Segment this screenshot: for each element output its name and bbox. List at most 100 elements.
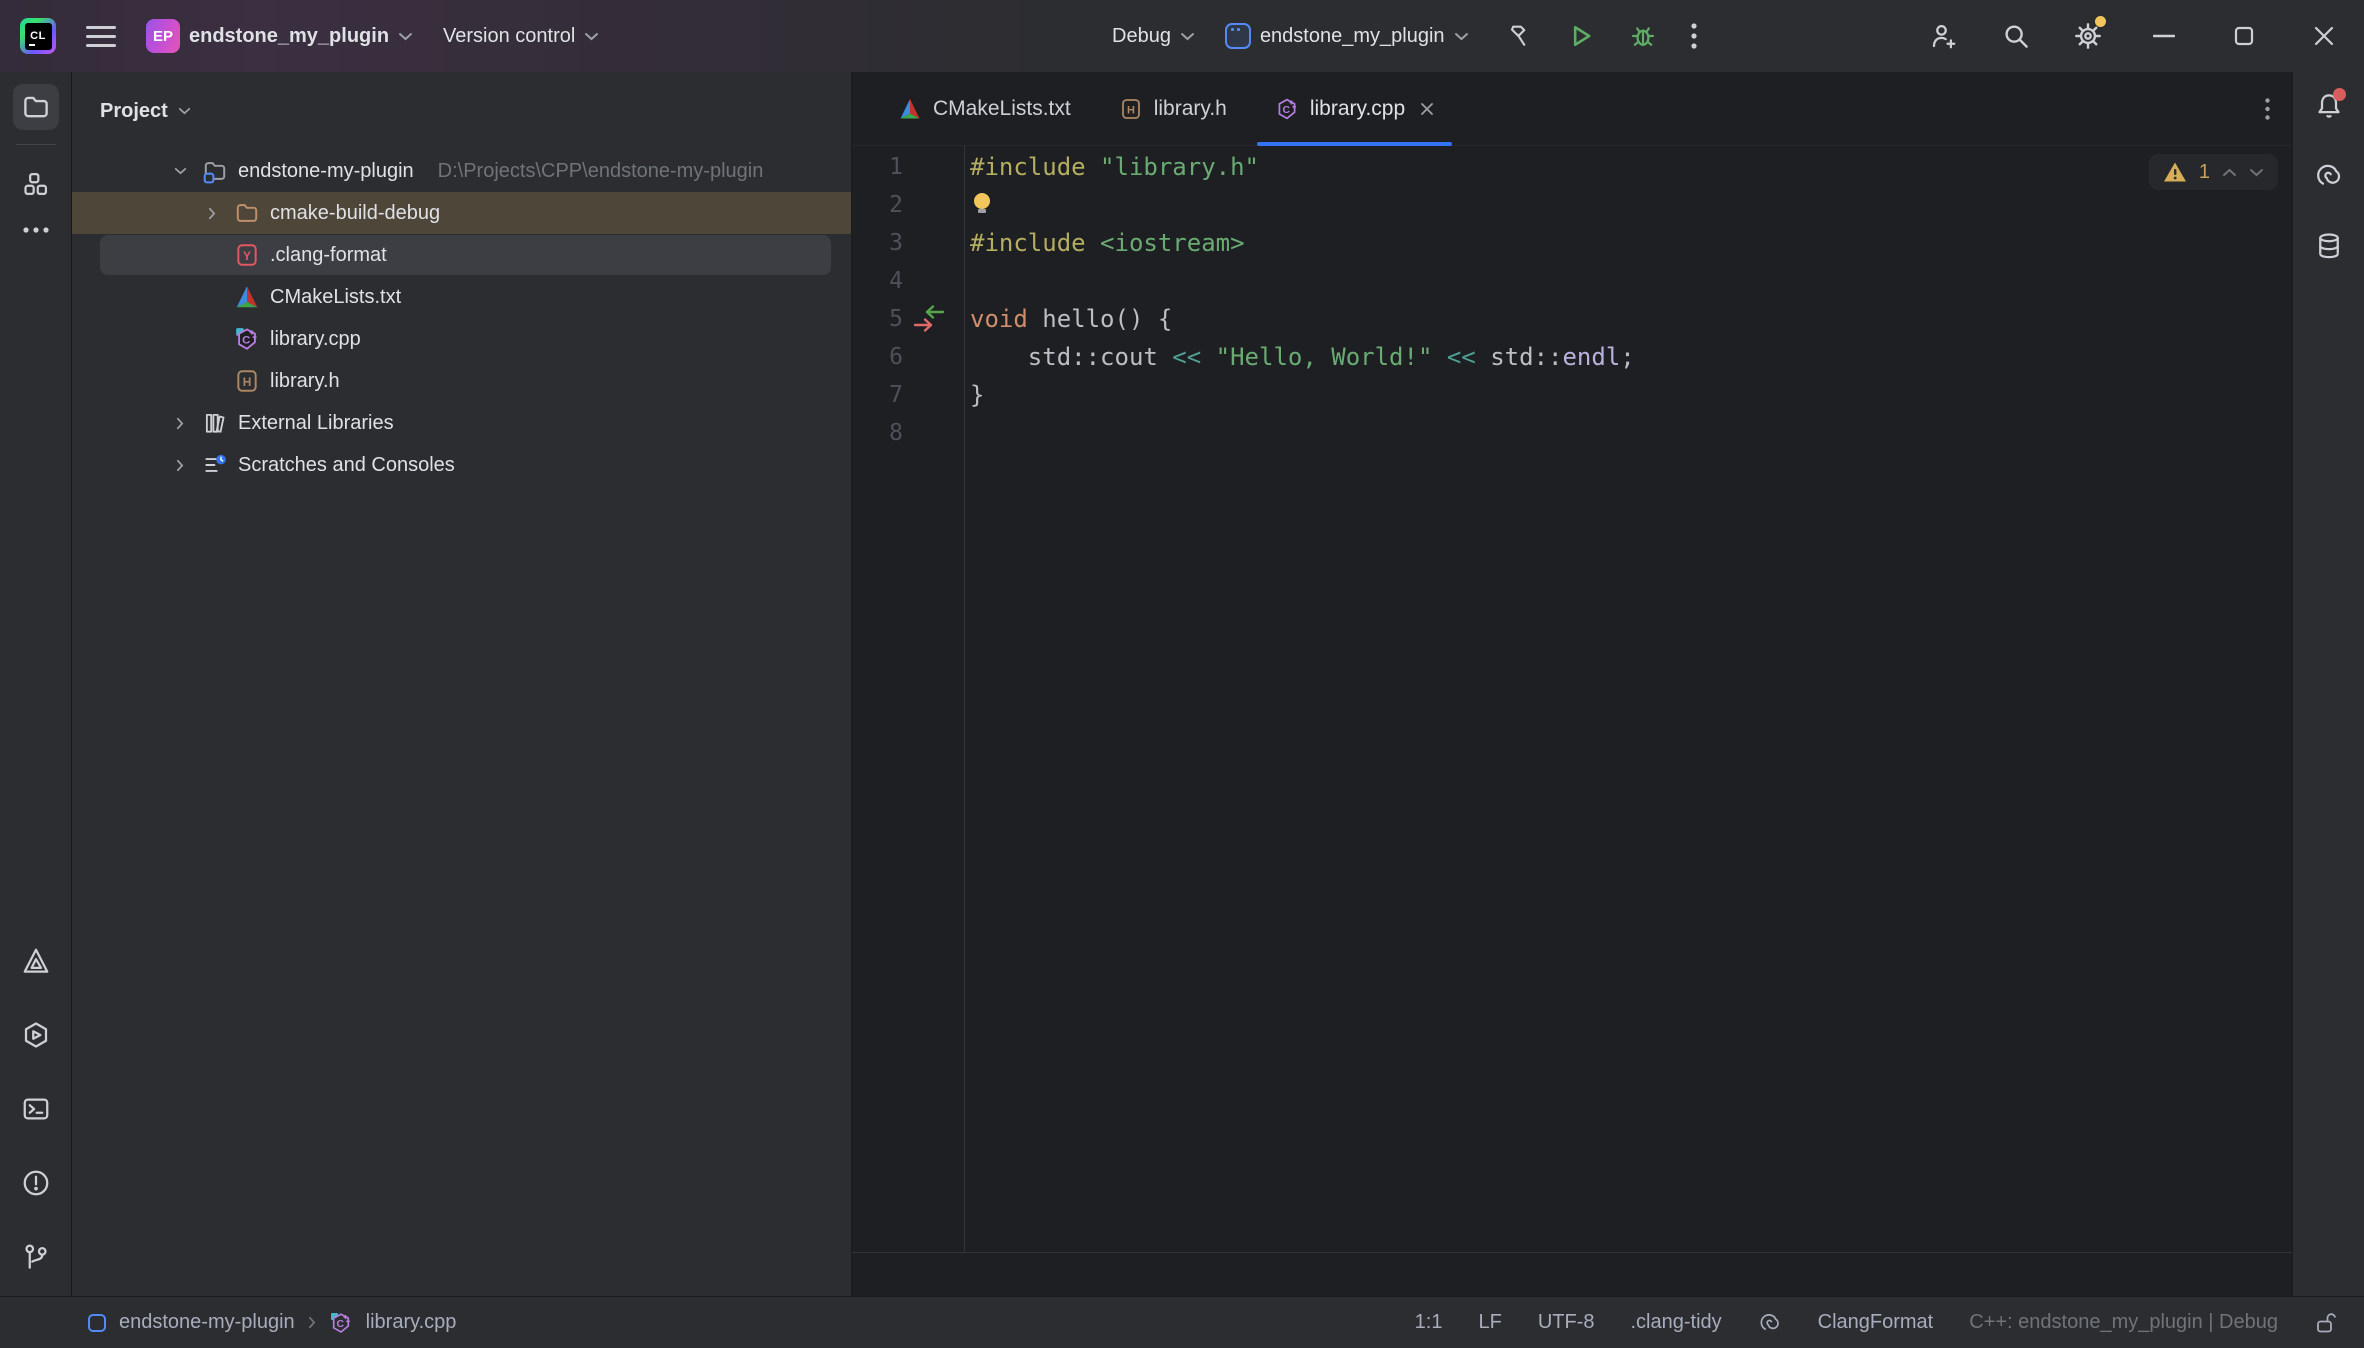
run-configuration-selector[interactable]: endstone_my_plugin	[1225, 23, 1469, 49]
build-hammer-icon[interactable]	[1505, 22, 1533, 50]
divider	[16, 144, 56, 145]
tree-row-external-libraries[interactable]: External Libraries	[72, 402, 851, 444]
line-number[interactable]: 3	[852, 230, 903, 256]
cmake-toolwindow-button[interactable]	[13, 938, 59, 984]
project-path: D:\Projects\CPP\endstone-my-plugin	[438, 160, 764, 183]
code-line[interactable]: 8	[852, 414, 2292, 452]
code-line[interactable]: 1 #include "library.h"	[852, 148, 2292, 186]
next-problem-icon[interactable]	[2249, 168, 2264, 177]
tree-label: .clang-format	[270, 244, 387, 267]
inspection-widget[interactable]: 1	[2149, 154, 2278, 190]
line-separator[interactable]: LF	[1478, 1311, 1501, 1334]
gutter	[903, 262, 964, 300]
search-icon[interactable]	[1980, 0, 2052, 72]
project-panel-title: Project	[100, 100, 168, 123]
folder-icon	[21, 92, 51, 122]
tree-row-cmakelists[interactable]: CMakeLists.txt	[72, 276, 851, 318]
more-run-options-kebab-icon[interactable]	[1691, 23, 1697, 49]
formatter-widget[interactable]: ClangFormat	[1818, 1311, 1934, 1334]
problems-toolwindow-button[interactable]	[13, 1160, 59, 1206]
resolve-context[interactable]: C++: endstone_my_plugin | Debug	[1969, 1311, 2278, 1334]
add-user-icon[interactable]	[1908, 0, 1980, 72]
tree-row-scratches[interactable]: Scratches and Consoles	[72, 444, 851, 486]
lock-open-icon[interactable]	[2314, 1311, 2336, 1335]
tree-row-clang-format[interactable]: Y .clang-format	[72, 234, 851, 276]
lightbulb-icon[interactable]	[972, 193, 992, 213]
caret-position[interactable]: 1:1	[1415, 1311, 1443, 1334]
project-panel-header[interactable]: Project	[72, 72, 851, 150]
code-line[interactable]: 2	[852, 186, 2292, 224]
line-number[interactable]: 2	[852, 192, 903, 218]
debug-bug-icon[interactable]	[1629, 22, 1657, 50]
code-line[interactable]: 5 void hello() {	[852, 300, 2292, 338]
close-icon[interactable]	[1420, 102, 1434, 116]
warning-triangle-icon	[2163, 161, 2187, 183]
left-toolwindow-bar	[0, 72, 72, 1296]
code-editor[interactable]: 1 #include "library.h" 2 3#include <iostrea…	[852, 146, 2292, 1253]
line-number[interactable]: 5	[852, 306, 903, 332]
chevron-right-icon	[208, 207, 216, 220]
chevron-down-icon	[178, 107, 191, 115]
git-toolwindow-button[interactable]	[13, 1234, 59, 1280]
clang-tidy-widget[interactable]: .clang-tidy	[1630, 1311, 1721, 1334]
gutter	[903, 338, 964, 376]
version-control-widget[interactable]: Version control	[443, 25, 599, 48]
tree-row-library-cpp[interactable]: C library.cpp	[72, 318, 851, 360]
chevron-down-icon	[398, 32, 413, 41]
run-icon[interactable]	[1567, 22, 1595, 50]
statusbar: endstone-my-plugin C library.cpp 1:1 LF …	[0, 1296, 2364, 1348]
code-line[interactable]: 4	[852, 262, 2292, 300]
prev-problem-icon[interactable]	[2222, 168, 2237, 177]
more-toolwindows-button[interactable]	[13, 207, 59, 253]
gutter	[903, 376, 964, 414]
line-number[interactable]: 8	[852, 420, 903, 446]
titlebar: CL EP endstone_my_plugin Version control…	[0, 0, 2364, 72]
tab-library-h[interactable]: H library.h	[1095, 72, 1251, 145]
terminal-toolwindow-button[interactable]	[13, 1086, 59, 1132]
run-mode-selector[interactable]: Debug	[1112, 25, 1195, 48]
code-token	[1432, 343, 1446, 371]
database-button[interactable]	[2307, 224, 2351, 268]
code-line[interactable]: 6 std::cout << "Hello, World!" << std::e…	[852, 338, 2292, 376]
maximize-button[interactable]	[2204, 0, 2284, 72]
minimize-button[interactable]	[2124, 0, 2204, 72]
tab-library-cpp[interactable]: C library.cpp	[1251, 72, 1458, 145]
tree-label: cmake-build-debug	[270, 202, 440, 225]
tab-options-kebab-icon[interactable]	[2265, 72, 2270, 146]
line-number[interactable]: 6	[852, 344, 903, 370]
code-text	[964, 193, 998, 217]
breadcrumb-project[interactable]: endstone-my-plugin	[119, 1311, 295, 1334]
ai-assistant-button[interactable]	[2307, 154, 2351, 198]
code-line[interactable]: 7}	[852, 376, 2292, 414]
code-token: <<	[1172, 343, 1201, 371]
project-toolwindow-button[interactable]	[13, 84, 59, 130]
file-encoding[interactable]: UTF-8	[1538, 1311, 1595, 1334]
breadcrumb-file[interactable]: library.cpp	[366, 1311, 457, 1334]
tab-cmakelists[interactable]: CMakeLists.txt	[874, 72, 1095, 145]
gutter	[903, 186, 964, 224]
cmake-icon	[21, 946, 51, 976]
notifications-button[interactable]	[2307, 84, 2351, 128]
notification-badge	[2333, 88, 2346, 101]
project-widget[interactable]: EP endstone_my_plugin	[146, 19, 413, 53]
implementation-arrows-icon[interactable]	[911, 304, 947, 334]
breadcrumb[interactable]: endstone-my-plugin C library.cpp	[88, 1311, 456, 1335]
line-number[interactable]: 4	[852, 268, 903, 294]
ai-assistant-status-icon[interactable]	[1758, 1311, 1782, 1335]
code-text: #include "library.h"	[964, 153, 1259, 181]
cpp-file-icon: C	[1275, 97, 1299, 121]
line-number[interactable]: 7	[852, 382, 903, 408]
code-line[interactable]: 3#include <iostream>	[852, 224, 2292, 262]
line-number[interactable]: 1	[852, 154, 903, 180]
services-toolwindow-button[interactable]	[13, 1012, 59, 1058]
tree-row-cmake-build-debug[interactable]: cmake-build-debug	[72, 192, 851, 234]
code-text: std::cout << "Hello, World!" << std::end…	[964, 343, 1635, 371]
code-token: ;	[1620, 343, 1634, 371]
gear-icon[interactable]	[2052, 0, 2124, 72]
close-button[interactable]	[2284, 0, 2364, 72]
tree-row-library-h[interactable]: H library.h	[72, 360, 851, 402]
main-menu-button[interactable]	[86, 26, 116, 47]
right-toolwindow-bar	[2292, 72, 2364, 1296]
structure-toolwindow-button[interactable]	[13, 161, 59, 207]
tree-row-project-root[interactable]: endstone-my-plugin D:\Projects\CPP\endst…	[72, 150, 851, 192]
